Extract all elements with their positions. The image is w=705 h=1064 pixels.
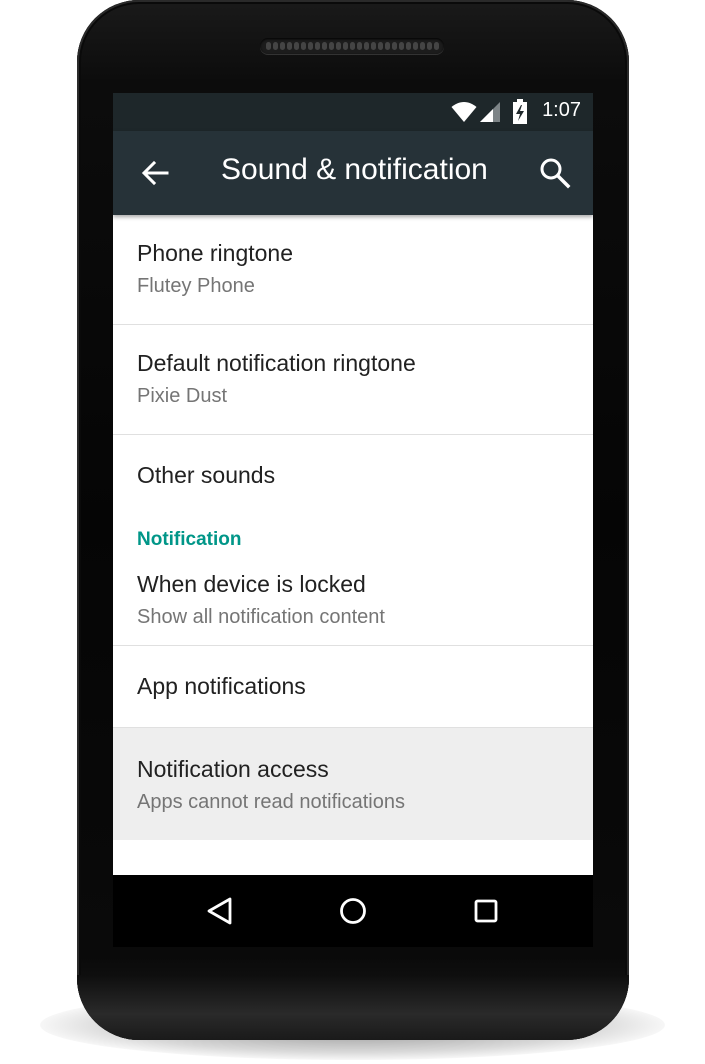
phone-ringtone-summary: Flutey Phone [137, 275, 255, 297]
when-device-locked-summary: Show all notification content [137, 606, 385, 628]
phone-bottom-edge [77, 975, 629, 1040]
recents-icon[interactable] [466, 891, 506, 931]
cell-signal-icon [480, 102, 500, 122]
notification-section-header: Notification [113, 519, 593, 559]
status-time: 1:07 [542, 99, 581, 121]
notification-section-label: Notification [137, 529, 242, 550]
nav-back-icon[interactable] [200, 891, 240, 931]
navigation-bar [113, 875, 593, 947]
default-notification-ringtone-title: Default notification ringtone [137, 350, 416, 376]
screen: 1:07 Sound & notification Phone ringtone… [113, 93, 593, 875]
search-icon[interactable] [537, 155, 573, 191]
earpiece-speaker [260, 38, 444, 54]
notification-access-item[interactable]: Notification access Apps cannot read not… [113, 728, 593, 840]
app-notifications-title: App notifications [137, 673, 306, 699]
app-notifications-item[interactable]: App notifications [113, 646, 593, 728]
home-icon[interactable] [333, 891, 373, 931]
phone-ringtone-title: Phone ringtone [137, 240, 294, 266]
wifi-icon [451, 102, 477, 122]
phone-ringtone-item[interactable]: Phone ringtone Flutey Phone [113, 215, 593, 325]
when-device-locked-item[interactable]: When device is locked Show all notificat… [113, 559, 593, 646]
page-title: Sound & notification [221, 153, 488, 186]
arrow-back-icon[interactable] [137, 155, 173, 191]
status-bar: 1:07 [113, 93, 593, 131]
battery-charging-icon [513, 99, 527, 124]
when-device-locked-title: When device is locked [137, 571, 366, 597]
other-sounds-title: Other sounds [137, 462, 276, 488]
settings-list: Phone ringtone Flutey Phone Default noti… [113, 215, 593, 840]
default-notification-ringtone-item[interactable]: Default notification ringtone Pixie Dust [113, 325, 593, 435]
notification-access-title: Notification access [137, 756, 329, 782]
default-notification-ringtone-summary: Pixie Dust [137, 385, 228, 407]
app-bar: Sound & notification [113, 131, 593, 215]
notification-access-summary: Apps cannot read notifications [137, 791, 405, 813]
other-sounds-item[interactable]: Other sounds [113, 435, 593, 519]
